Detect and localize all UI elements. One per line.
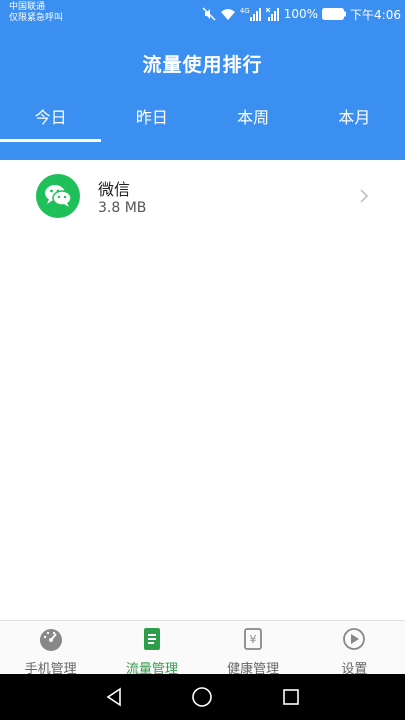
svg-text:¥: ¥ — [250, 633, 257, 646]
system-nav-bar — [0, 674, 405, 720]
signal-no-sim-icon — [265, 7, 280, 21]
carrier-name: 中国联通 — [9, 2, 46, 12]
battery-percent: 100% — [283, 7, 319, 21]
nav-phone-management[interactable]: 手机管理 — [0, 621, 101, 677]
nav-data-management[interactable]: 流量管理 — [101, 621, 202, 677]
tab-this-month[interactable]: 本月 — [304, 100, 405, 140]
nav-settings[interactable]: 设置 — [304, 621, 405, 677]
header: 流量使用排行 今日 昨日 本周 本月 — [0, 28, 405, 160]
status-bar: 中国联通 仅限紧急呼叫 4G 100% 下午4:06 — [0, 0, 405, 28]
nav-health-management[interactable]: ¥ 健康管理 — [203, 621, 304, 677]
app-usage: 3.8 MB — [98, 200, 147, 216]
wifi-icon — [220, 8, 236, 21]
yen-card-icon: ¥ — [240, 627, 266, 655]
document-icon — [139, 627, 165, 655]
tab-bar: 今日 昨日 本周 本月 — [0, 100, 405, 142]
page-title: 流量使用排行 — [142, 54, 263, 76]
tab-today[interactable]: 今日 — [0, 100, 102, 142]
battery-icon — [322, 8, 347, 20]
home-icon[interactable] — [187, 682, 217, 712]
list-item[interactable]: 微信 3.8 MB — [0, 160, 405, 232]
emergency-only-label: 仅限紧急呼叫 — [9, 13, 64, 23]
chevron-right-icon — [359, 188, 369, 208]
mute-icon — [202, 7, 216, 21]
app-name: 微信 — [98, 180, 131, 199]
bottom-nav: 手机管理 流量管理 ¥ 健康管理 设置 — [0, 620, 405, 677]
status-icons: 4G 100% 下午4:06 — [202, 5, 401, 23]
signal-4g-icon: 4G — [240, 7, 262, 21]
tab-this-week[interactable]: 本周 — [203, 100, 304, 140]
recent-apps-icon[interactable] — [276, 682, 306, 712]
back-icon[interactable] — [99, 682, 129, 712]
carrier-info: 中国联通 仅限紧急呼叫 — [9, 2, 63, 24]
clock: 下午4:06 — [350, 7, 401, 22]
speedometer-icon — [38, 627, 64, 655]
tab-yesterday[interactable]: 昨日 — [101, 100, 202, 140]
wechat-icon — [36, 174, 80, 218]
play-circle-icon — [341, 627, 367, 655]
